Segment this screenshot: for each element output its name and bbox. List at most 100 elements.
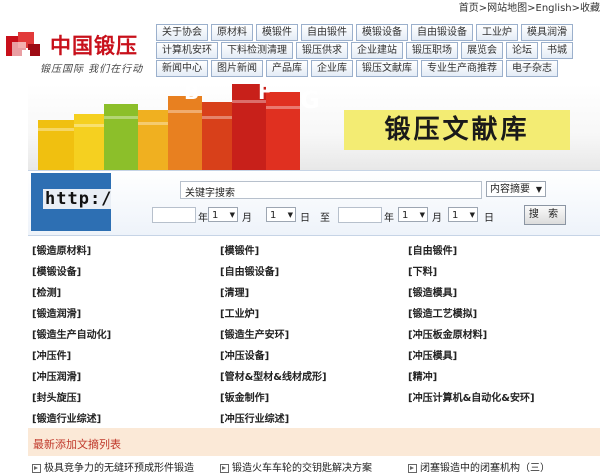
category-link[interactable]: [模锻设备] bbox=[32, 263, 81, 278]
category-link[interactable]: [锻造生产自动化] bbox=[32, 326, 111, 341]
search-button[interactable]: 搜 索 bbox=[524, 205, 566, 225]
nav-row-2: 计算机安环 下料检测清理 锻压供求 企业建站 锻压职场 展览会 论坛 书城 bbox=[156, 42, 576, 59]
chevron-down-icon: ▼ bbox=[229, 211, 235, 219]
nav-about[interactable]: 关于协会 bbox=[156, 24, 208, 41]
scope-value: 内容摘要 bbox=[490, 184, 530, 195]
nav-materials[interactable]: 原材料 bbox=[211, 24, 253, 41]
list-item-title[interactable]: 极具竞争力的无缝环预成形件锻造 bbox=[44, 463, 194, 474]
from-month-select[interactable]: 1 ▼ bbox=[208, 207, 238, 222]
bullet-icon bbox=[32, 463, 41, 473]
from-month-value: 1 bbox=[212, 210, 219, 221]
bullet-icon bbox=[408, 463, 417, 473]
to-month-label: 月 bbox=[432, 213, 442, 224]
latest-list-header: 最新添加文摘列表 bbox=[28, 428, 600, 456]
nav-photo-news[interactable]: 图片新闻 bbox=[211, 60, 263, 77]
chevron-down-icon: ▼ bbox=[419, 211, 425, 219]
list-item[interactable]: 锻造火车车轮的交钥匙解决方案 bbox=[220, 459, 372, 474]
keyword-input[interactable]: 关键字搜索 bbox=[180, 181, 482, 199]
to-year-input[interactable] bbox=[338, 207, 382, 223]
literature-banner: B F G 锻压文献库 bbox=[28, 84, 600, 170]
category-link[interactable]: [检测] bbox=[32, 284, 61, 299]
category-link[interactable]: [精冲] bbox=[408, 368, 437, 383]
nav-bookstore[interactable]: 书城 bbox=[541, 42, 573, 59]
list-item-title[interactable]: 锻造火车车轮的交钥匙解决方案 bbox=[232, 463, 372, 474]
top-links[interactable]: 首页>网站地图>English>收藏 bbox=[459, 0, 600, 14]
nav-computer-safety[interactable]: 计算机安环 bbox=[156, 42, 218, 59]
scope-select[interactable]: 内容摘要 ▼ bbox=[486, 181, 546, 197]
category-link[interactable]: [锻造原材料] bbox=[32, 242, 91, 257]
nav-die-forgings[interactable]: 模锻件 bbox=[256, 24, 298, 41]
nav-row-1: 关于协会 原材料 模锻件 自由锻件 模锻设备 自由锻设备 工业炉 模具润滑 bbox=[156, 24, 576, 41]
category-link[interactable]: [锻造行业综述] bbox=[32, 410, 101, 425]
nav-row-3: 新闻中心 图片新闻 产品库 企业库 锻压文献库 专业生产商推荐 电子杂志 bbox=[156, 60, 561, 77]
site-logo[interactable]: 中国锻压 锻压国际 我们在行动 bbox=[4, 30, 154, 78]
http-image: http:// bbox=[31, 173, 111, 231]
category-link[interactable]: [锻造模具] bbox=[408, 284, 457, 299]
category-link[interactable]: [冲压模具] bbox=[408, 347, 457, 362]
category-link[interactable]: [自由锻件] bbox=[408, 242, 457, 257]
nav-products[interactable]: 产品库 bbox=[266, 60, 308, 77]
category-link[interactable]: [锻造工艺模拟] bbox=[408, 305, 477, 320]
nav-die-forging-equipment[interactable]: 模锻设备 bbox=[356, 24, 408, 41]
category-link[interactable]: [冲压设备] bbox=[220, 347, 269, 362]
to-day-select[interactable]: 1 ▼ bbox=[448, 207, 478, 222]
nav-news[interactable]: 新闻中心 bbox=[156, 60, 208, 77]
nav-e-magazine[interactable]: 电子杂志 bbox=[506, 60, 558, 77]
category-link[interactable]: [钣金制作] bbox=[220, 389, 269, 404]
nav-jobs[interactable]: 锻压职场 bbox=[406, 42, 458, 59]
category-link[interactable]: [冲压计算机&自动化&安环] bbox=[408, 389, 535, 404]
banner-letter-g: G bbox=[300, 86, 320, 114]
list-item[interactable]: 闭塞锻造中的闭塞机构（三） bbox=[408, 459, 550, 474]
chevron-down-icon: ▼ bbox=[535, 185, 542, 194]
nav-site-building[interactable]: 企业建站 bbox=[351, 42, 403, 59]
nav-cutting-inspection[interactable]: 下料检测清理 bbox=[221, 42, 293, 59]
chevron-down-icon: ▼ bbox=[469, 211, 475, 219]
category-link[interactable]: [冲压润滑] bbox=[32, 368, 81, 383]
category-link[interactable]: [锻造生产安环] bbox=[220, 326, 289, 341]
category-link[interactable]: [模锻件] bbox=[220, 242, 259, 257]
list-item[interactable]: 极具竞争力的无缝环预成形件锻造 bbox=[32, 459, 194, 474]
logo-slogan: 锻压国际 我们在行动 bbox=[40, 64, 144, 75]
top-bar: 首页>网站地图>English>收藏 bbox=[0, 0, 600, 14]
nav-furnace[interactable]: 工业炉 bbox=[476, 24, 518, 41]
to-day-value: 1 bbox=[452, 210, 459, 221]
bullet-icon bbox=[220, 463, 229, 473]
chevron-down-icon: ▼ bbox=[287, 211, 293, 219]
category-link[interactable]: [下料] bbox=[408, 263, 437, 278]
from-day-select[interactable]: 1 ▼ bbox=[266, 207, 296, 222]
logo-name: 中国锻压 bbox=[50, 33, 138, 58]
nav-free-forgings[interactable]: 自由锻件 bbox=[301, 24, 353, 41]
category-link[interactable]: [锻造润滑] bbox=[32, 305, 81, 320]
from-year-label: 年 bbox=[198, 213, 208, 224]
list-item-title[interactable]: 闭塞锻造中的闭塞机构（三） bbox=[420, 463, 550, 474]
nav-die-lubrication[interactable]: 模具润滑 bbox=[521, 24, 573, 41]
to-month-select[interactable]: 1 ▼ bbox=[398, 207, 428, 222]
category-link[interactable]: [封头旋压] bbox=[32, 389, 81, 404]
nav-companies[interactable]: 企业库 bbox=[311, 60, 353, 77]
to-month-value: 1 bbox=[402, 210, 409, 221]
banner-letter-f: F bbox=[258, 84, 272, 104]
from-year-input[interactable] bbox=[152, 207, 196, 223]
nav-supply-demand[interactable]: 锻压供求 bbox=[296, 42, 348, 59]
nav-exhibitions[interactable]: 展览会 bbox=[461, 42, 503, 59]
nav-literature[interactable]: 锻压文献库 bbox=[356, 60, 418, 77]
banner-title: 锻压文献库 bbox=[344, 110, 570, 150]
logo-cube-icon bbox=[6, 32, 40, 58]
latest-list-title: 最新添加文摘列表 bbox=[33, 438, 121, 451]
from-day-label: 日 bbox=[300, 213, 310, 224]
category-link[interactable]: [工业炉] bbox=[220, 305, 259, 320]
category-link[interactable]: [冲压件] bbox=[32, 347, 71, 362]
to-day-label: 日 bbox=[484, 213, 494, 224]
category-link[interactable]: [清理] bbox=[220, 284, 249, 299]
nav-forum[interactable]: 论坛 bbox=[506, 42, 538, 59]
from-day-value: 1 bbox=[270, 210, 277, 221]
to-year-label: 年 bbox=[384, 213, 394, 224]
nav-recommended-makers[interactable]: 专业生产商推荐 bbox=[421, 60, 503, 77]
nav-free-forging-equipment[interactable]: 自由锻设备 bbox=[411, 24, 473, 41]
category-link[interactable]: [自由锻设备] bbox=[220, 263, 279, 278]
category-link[interactable]: [冲压行业综述] bbox=[220, 410, 289, 425]
category-link[interactable]: [冲压板金原材料] bbox=[408, 326, 487, 341]
from-month-label: 月 bbox=[242, 213, 252, 224]
http-image-text: http:// bbox=[43, 189, 111, 209]
category-link[interactable]: [管材&型材&线材成形] bbox=[220, 368, 327, 383]
